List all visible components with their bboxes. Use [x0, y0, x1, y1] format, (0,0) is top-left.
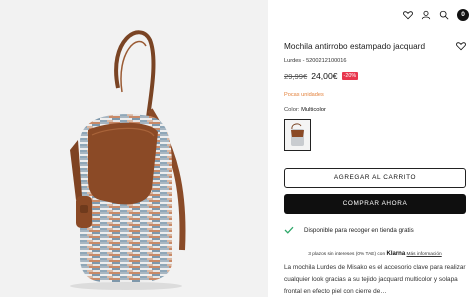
check-icon	[284, 226, 294, 234]
price-old: 29,99€	[284, 71, 308, 81]
buy-now-button[interactable]: COMPRAR AHORA	[284, 194, 466, 214]
stock-status: Pocas unidades	[284, 92, 324, 98]
product-description: La mochila Lurdes de Misako es el acceso…	[284, 264, 466, 295]
klarna-installments: 3 plazos sin intereses (0% TAE) con Klar…	[284, 251, 466, 257]
product-detail-panel: 0 Mochila antirrobo estampado jacquard L…	[268, 0, 475, 297]
klarna-text: 3 plazos sin intereses (0% TAE) con	[308, 252, 386, 257]
pickup-text: Disponible para recoger en tienda gratis	[304, 226, 414, 234]
color-value: Multicolor	[301, 107, 326, 113]
user-icon[interactable]	[421, 10, 431, 20]
price-new: 24,00€	[311, 71, 338, 81]
wishlist-heart-icon[interactable]	[456, 41, 466, 51]
discount-badge: -20%	[341, 72, 359, 80]
product-reference: Lurdes - 5200212100016	[284, 58, 347, 64]
color-label: Color: Multicolor	[284, 107, 326, 113]
header-icons: 0	[403, 9, 469, 21]
price-row: 29,99€ 24,00€ -20%	[284, 71, 359, 81]
heart-icon[interactable]	[403, 10, 413, 20]
add-to-cart-button[interactable]: AGREGAR AL CARRITO	[284, 168, 466, 188]
product-image-pane[interactable]	[0, 0, 268, 297]
cart-icon[interactable]: 0	[457, 9, 469, 21]
klarna-logo: Klarna	[386, 251, 406, 257]
store-pickup: Disponible para recoger en tienda gratis	[284, 226, 414, 234]
product-image	[70, 30, 186, 290]
klarna-more-info-link[interactable]: Más información	[407, 252, 442, 257]
color-label-prefix: Color:	[284, 107, 300, 113]
search-icon[interactable]	[439, 10, 449, 20]
product-title: Mochila antirrobo estampado jacquard	[284, 42, 426, 51]
color-swatch-multicolor[interactable]	[284, 119, 311, 151]
swatch-thumbnail	[291, 123, 304, 146]
